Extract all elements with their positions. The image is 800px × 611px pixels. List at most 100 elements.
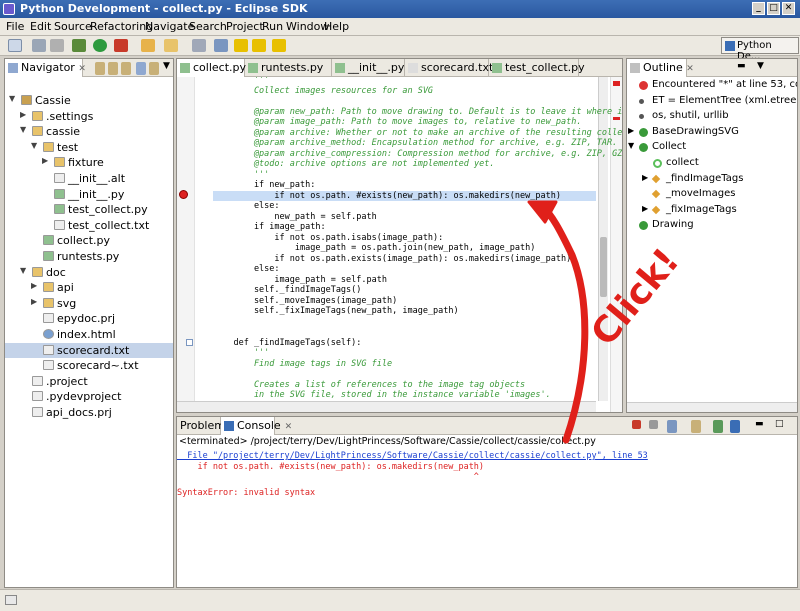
navigator-item[interactable]: ▼ doc: [5, 265, 173, 280]
up-icon[interactable]: [121, 62, 131, 75]
navigator-item[interactable]: collect.py: [5, 233, 173, 248]
minimize-view-icon[interactable]: ▬: [737, 61, 746, 71]
outline-item[interactable]: Drawing: [627, 218, 797, 233]
error-overview-marker[interactable]: [613, 117, 620, 120]
perspective-switcher[interactable]: Python De...: [721, 37, 799, 62]
outline-item[interactable]: os, shutil, urllib: [627, 109, 797, 124]
display-console-icon[interactable]: [713, 420, 723, 433]
navigator-item[interactable]: ▶ svg: [5, 296, 173, 311]
error-overview-marker[interactable]: [613, 81, 620, 86]
expanded-arrow-icon[interactable]: ▼: [9, 94, 15, 103]
tab-outline[interactable]: Outline ✕: [627, 59, 694, 77]
scroll-thumb[interactable]: [600, 237, 607, 297]
collapsed-arrow-icon[interactable]: ▶: [642, 204, 648, 213]
outline-item[interactable]: ▶ _fixImageTags: [627, 203, 797, 218]
editor-tab[interactable]: __init__.py: [332, 59, 405, 77]
expanded-arrow-icon[interactable]: ▼: [20, 266, 26, 275]
navigator-item[interactable]: runtests.py: [5, 249, 173, 264]
forward-icon[interactable]: [108, 62, 118, 75]
navigator-item[interactable]: test_collect.py: [5, 202, 173, 217]
outline-horizontal-scrollbar[interactable]: [627, 402, 797, 412]
save-icon[interactable]: [32, 39, 46, 52]
view-menu-icon[interactable]: ▼: [163, 61, 170, 71]
expanded-arrow-icon[interactable]: ▼: [20, 125, 26, 134]
outline-item[interactable]: Encountered "*" at line 53, column 2: [627, 78, 797, 93]
external-tools-icon[interactable]: [114, 39, 128, 52]
editor-tab[interactable]: scorecard.txt: [405, 59, 493, 77]
navigator-item[interactable]: scorecard~.txt: [5, 358, 173, 373]
close-tab-icon[interactable]: ✕: [285, 422, 293, 432]
menu-window[interactable]: Window: [286, 20, 329, 33]
maximize-button[interactable]: □: [767, 2, 780, 15]
terminate-icon[interactable]: [632, 420, 641, 429]
navigator-item[interactable]: ▼ cassie: [5, 124, 173, 139]
collapsed-arrow-icon[interactable]: ▶: [31, 297, 37, 306]
scroll-lock-icon[interactable]: [691, 420, 701, 433]
search-icon[interactable]: [192, 39, 206, 52]
editor-tab[interactable]: test_collect.py: [489, 59, 585, 77]
minimize-view-icon[interactable]: ▬: [755, 419, 764, 429]
next-annotation-icon[interactable]: [272, 39, 286, 52]
menu-search[interactable]: Search: [189, 20, 227, 33]
menu-run[interactable]: Run: [262, 20, 283, 33]
navigator-item[interactable]: index.html: [5, 327, 173, 342]
navigator-item[interactable]: ▶ .settings: [5, 109, 173, 124]
navigator-item[interactable]: epydoc.prj: [5, 311, 173, 326]
forward-icon[interactable]: [252, 39, 266, 52]
collapsed-arrow-icon[interactable]: ▶: [20, 110, 26, 119]
minimize-button[interactable]: _: [752, 2, 765, 15]
menu-source[interactable]: Source: [54, 20, 92, 33]
wand-icon[interactable]: [141, 39, 155, 52]
link-editor-icon[interactable]: [149, 62, 159, 75]
menu-edit[interactable]: Edit: [30, 20, 51, 33]
expanded-arrow-icon[interactable]: ▼: [31, 141, 37, 150]
collapsed-arrow-icon[interactable]: ▶: [628, 126, 634, 135]
maximize-view-icon[interactable]: □: [775, 419, 784, 429]
view-menu-icon[interactable]: ▼: [757, 61, 764, 71]
navigator-item[interactable]: __init__.py: [5, 187, 173, 202]
menu-refactoring[interactable]: Refactoring: [90, 20, 153, 33]
open-console-icon[interactable]: [730, 420, 740, 433]
collapsed-arrow-icon[interactable]: ▶: [42, 156, 48, 165]
editor-tab[interactable]: collect.py✕: [177, 59, 258, 77]
navigator-item[interactable]: test_collect.txt: [5, 218, 173, 233]
fold-icon[interactable]: [186, 339, 193, 346]
console-output[interactable]: <terminated> /project/terry/Dev/LightPri…: [177, 435, 797, 587]
navigator-item[interactable]: scorecard.txt: [5, 342, 173, 358]
back-icon[interactable]: [234, 39, 248, 52]
collapsed-arrow-icon[interactable]: ▶: [31, 281, 37, 290]
menu-project[interactable]: Project: [226, 20, 264, 33]
navigator-item[interactable]: ▶ api: [5, 280, 173, 295]
editor-horizontal-scrollbar[interactable]: [177, 401, 596, 412]
traceback-link[interactable]: File "/project/terry/Dev/LightPrincess/S…: [177, 451, 797, 461]
remove-launch-icon[interactable]: [649, 420, 658, 429]
menu-help[interactable]: Help: [324, 20, 349, 33]
outline-item[interactable]: ▼ Collect: [627, 140, 797, 155]
expanded-arrow-icon[interactable]: ▼: [628, 141, 634, 150]
debug-icon[interactable]: [72, 39, 86, 52]
run-icon[interactable]: [93, 39, 107, 52]
open-folder-icon[interactable]: [164, 39, 178, 52]
tab-navigator[interactable]: Navigator ✕: [5, 59, 86, 77]
outline-item[interactable]: ▶ BaseDrawingSVG: [627, 125, 797, 140]
menu-file[interactable]: File: [6, 20, 24, 33]
collapsed-arrow-icon[interactable]: ▶: [642, 173, 648, 182]
outline-item[interactable]: collect: [627, 156, 797, 171]
close-button[interactable]: ✕: [782, 2, 795, 15]
fast-view-icon[interactable]: [5, 595, 17, 605]
navigator-item[interactable]: .project: [5, 374, 173, 389]
back-icon[interactable]: [95, 62, 105, 75]
navigator-item[interactable]: ▼ test: [5, 140, 173, 155]
navigator-item[interactable]: ▶ fixture: [5, 155, 173, 170]
new-icon[interactable]: [8, 39, 22, 52]
outline-item[interactable]: ET = ElementTree (xml.etree): [627, 94, 797, 109]
menu-navigate[interactable]: Navigate: [145, 20, 194, 33]
outline-item[interactable]: ▶ _findImageTags: [627, 172, 797, 187]
tab-problems[interactable]: Problems: [177, 417, 231, 435]
tab-console[interactable]: Console ✕: [221, 417, 292, 435]
collapse-all-icon[interactable]: [136, 62, 146, 75]
error-marker-icon[interactable]: [179, 190, 188, 199]
navigator-item[interactable]: api_docs.prj: [5, 405, 173, 420]
navigator-item[interactable]: ▼ Cassie: [5, 93, 173, 108]
annotation-icon[interactable]: [214, 39, 228, 52]
